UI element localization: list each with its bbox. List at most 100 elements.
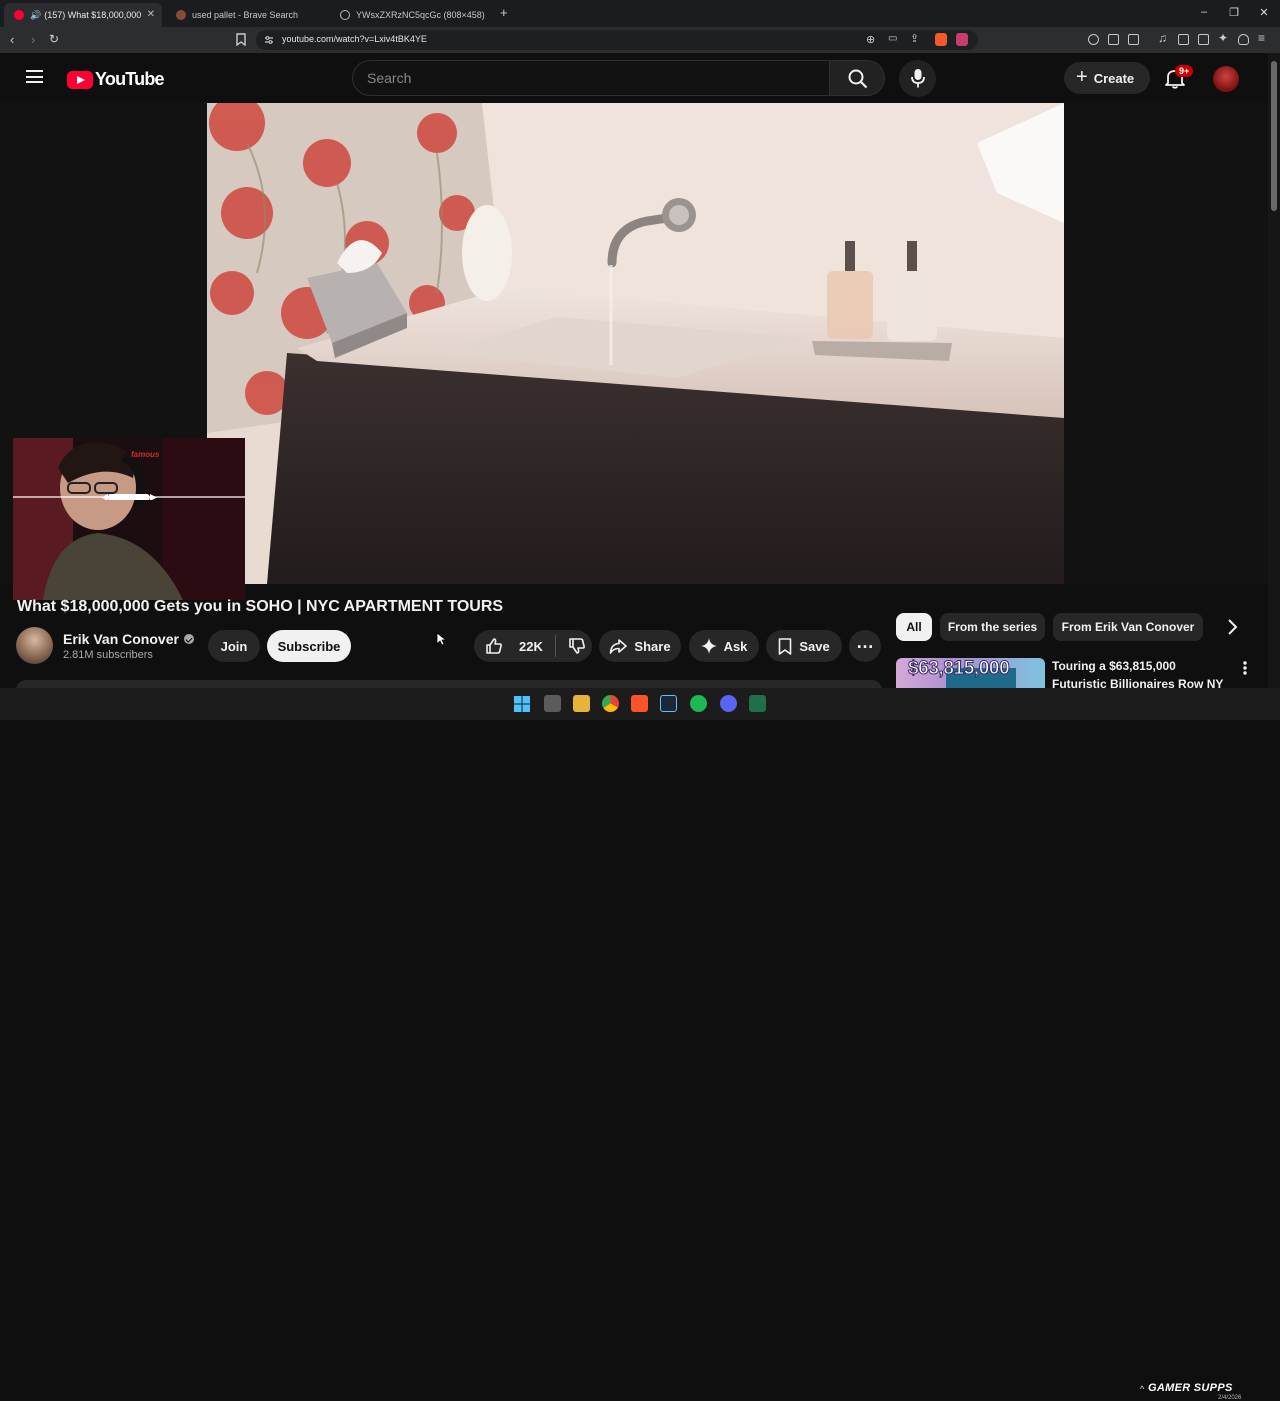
forward-button[interactable]: › (31, 32, 35, 47)
share-label: Share (634, 638, 671, 654)
video-frame[interactable] (207, 103, 1064, 584)
brave-browser-icon[interactable] (631, 695, 648, 712)
bookmark-icon[interactable] (236, 33, 246, 46)
close-tab-icon[interactable]: ✕ (147, 9, 155, 20)
account-avatar[interactable] (1213, 66, 1239, 92)
youtube-wordmark: YouTube (95, 69, 165, 89)
zoom-icon[interactable]: ⊕ (866, 33, 875, 46)
ask-button[interactable]: Ask (689, 630, 759, 662)
subscribe-button[interactable]: Subscribe (267, 630, 351, 662)
notification-count-badge: 9+ (1175, 65, 1194, 77)
share-button[interactable]: Share (599, 630, 681, 662)
thumbnail-price-text: $63,815,000 (907, 658, 1010, 680)
url-text: youtube.com/watch?v=Lxiv4tBK4YE (282, 34, 427, 44)
file-explorer-icon[interactable] (573, 695, 590, 712)
discord-icon[interactable] (720, 695, 737, 712)
like-dislike-group: 22K (474, 630, 592, 662)
webcam-overlay: famous (13, 438, 245, 600)
spotify-icon[interactable] (690, 695, 707, 712)
youtube-logo[interactable]: YouTube (67, 69, 165, 90)
chip-label: From Erik Van Conover (1061, 620, 1195, 634)
chrome-icon[interactable] (602, 695, 619, 712)
thumbs-up-icon (486, 638, 502, 654)
menu-icon[interactable]: ≡ (1258, 31, 1265, 45)
save-bookmark-icon (779, 637, 792, 655)
more-actions-button[interactable]: … (849, 630, 881, 662)
search-input[interactable] (353, 61, 829, 95)
vertical-more-icon[interactable] (1241, 660, 1249, 676)
url-bar[interactable]: youtube.com/watch?v=Lxiv4tBK4YE ⊕ ▭ ⇪ (256, 30, 978, 50)
youtube-header: YouTube + Create 9+ (0, 53, 1268, 103)
gamer-supps-watermark: GAMER SUPPS (1148, 1382, 1233, 1394)
new-tab-button[interactable]: + (500, 5, 508, 20)
page-scrollbar[interactable] (1268, 53, 1280, 688)
browser-tab-youtube[interactable]: 🔊 (157) What $18,000,000 Gets ✕ (4, 3, 162, 27)
hamburger-menu-icon[interactable] (26, 70, 43, 83)
like-divider (554, 635, 556, 657)
speaker-icon: 🔊 (30, 9, 42, 20)
more-horizontal-icon: … (856, 631, 874, 652)
mouse-cursor-icon (436, 632, 446, 646)
brave-rewards-icon[interactable] (956, 33, 968, 46)
browser-tab-label: used pallet - Brave Search (192, 10, 299, 20)
vpn-shield-icon[interactable] (1238, 34, 1249, 45)
globe-icon (340, 10, 350, 20)
webcam-frame-bar (13, 494, 245, 500)
join-button[interactable]: Join (208, 630, 260, 662)
voice-search-button[interactable] (899, 60, 936, 97)
tray-chevron-icon[interactable]: ^ (1140, 1384, 1144, 1394)
sidebar-icon[interactable] (1178, 34, 1189, 45)
thumbs-down-icon[interactable] (568, 637, 585, 655)
back-button[interactable]: ‹ (10, 32, 14, 47)
brave-shields-icon[interactable] (935, 33, 947, 46)
video-still-image (207, 103, 1064, 584)
task-view-icon[interactable] (544, 695, 561, 712)
search-icon (848, 69, 868, 89)
chip-from-channel[interactable]: From Erik Van Conover (1053, 613, 1203, 641)
chip-from-the-series[interactable]: From the series (940, 613, 1045, 641)
create-label: Create (1093, 70, 1135, 86)
extension-icon[interactable] (1088, 34, 1099, 45)
channel-avatar[interactable] (16, 627, 53, 664)
create-button[interactable]: + Create (1064, 62, 1150, 94)
webcam-image (13, 438, 245, 600)
excel-icon[interactable] (749, 695, 766, 712)
like-button[interactable]: 22K (485, 637, 543, 655)
brave-favicon-icon (176, 10, 186, 20)
chip-label: All (906, 620, 922, 634)
ask-label: Ask (723, 638, 748, 654)
channel-name: Erik Van Conover (63, 631, 179, 647)
youtube-favicon-icon (14, 10, 24, 20)
save-button[interactable]: Save (766, 630, 842, 662)
microphone-icon (911, 69, 925, 88)
cast-icon[interactable]: ▭ (888, 33, 897, 44)
steam-icon[interactable] (660, 695, 677, 712)
scrollbar-thumb[interactable] (1271, 61, 1277, 211)
chevron-right-icon[interactable] (1222, 617, 1242, 637)
save-label: Save (799, 638, 830, 654)
site-settings-icon[interactable] (264, 35, 274, 45)
windows-taskbar: ^ GAMER SUPPS 2/4/2026 (0, 688, 1280, 1401)
browser-tab-label: YWsxZXRzNC5qcGc (808×458) (356, 10, 485, 20)
reload-icon[interactable]: ↻ (49, 32, 59, 46)
share-arrow-icon (610, 639, 628, 654)
share-page-icon[interactable]: ⇪ (910, 32, 919, 45)
minimize-button[interactable]: – (1197, 6, 1211, 18)
video-player[interactable]: famous (0, 103, 1268, 600)
search-button[interactable] (829, 60, 885, 96)
windows-start-icon[interactable] (514, 696, 530, 712)
screenshot-icon[interactable] (1128, 34, 1139, 45)
search-box (352, 60, 830, 96)
chip-all[interactable]: All (896, 613, 932, 641)
browser-tab-brave-search[interactable]: used pallet - Brave Search (166, 3, 326, 27)
wallet-icon[interactable] (1198, 34, 1209, 45)
browser-tab-image[interactable]: YWsxZXRzNC5qcGc (808×458) (330, 3, 498, 27)
restore-button[interactable]: ❐ (1227, 6, 1241, 19)
extensions-puzzle-icon[interactable] (1108, 34, 1119, 45)
media-icon[interactable]: ♫ (1158, 31, 1167, 45)
channel-name-link[interactable]: Erik Van Conover (63, 631, 194, 647)
recommended-video-title-line1[interactable]: Touring a $63,815,000 (1052, 659, 1176, 673)
webcam-sign-text: famous (131, 450, 160, 459)
close-window-button[interactable]: ✕ (1257, 6, 1271, 19)
leo-ai-icon[interactable]: ✦ (1218, 31, 1228, 45)
